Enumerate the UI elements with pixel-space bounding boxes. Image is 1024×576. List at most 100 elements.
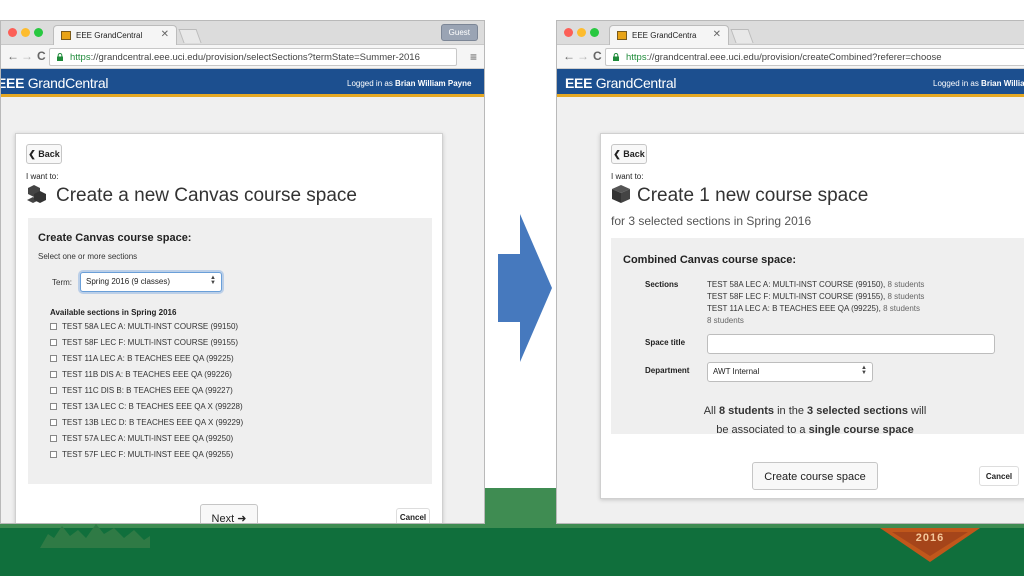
instruction-text: Select one or more sections: [38, 252, 138, 261]
favicon-icon: [61, 31, 71, 40]
banner-year: 2016: [915, 532, 945, 544]
favicon-icon: [617, 31, 627, 40]
checkbox[interactable]: [50, 387, 57, 394]
url-input[interactable]: https://grandcentral.eee.uci.edu/provisi…: [49, 48, 457, 66]
url-path: ://grandcentral.eee.uci.edu/provision/cr…: [646, 52, 942, 63]
tab-bar: EEE GrandCentral ✕ Guest: [1, 21, 484, 45]
reload-icon[interactable]: C: [593, 49, 602, 63]
cancel-button[interactable]: Cancel: [396, 508, 430, 523]
sections-panel: Create Canvas course space: Select one o…: [28, 218, 432, 484]
minimize-window-button[interactable]: [21, 28, 30, 37]
close-window-button[interactable]: [8, 28, 17, 37]
back-arrow-icon[interactable]: ←: [563, 49, 575, 63]
select-caret-icon: ▲ ▼: [210, 275, 216, 286]
term-value: Spring 2016 (9 classes): [86, 277, 171, 286]
tab-bar: EEE GrandCentra ✕: [557, 21, 1024, 45]
section-checkbox-row[interactable]: TEST 57A LEC A: MULTI-INST EEE QA (99250…: [50, 434, 233, 443]
maximize-window-button[interactable]: [590, 28, 599, 37]
page-title: Create 1 new course space: [611, 184, 868, 207]
app-logo[interactable]: EEE GrandCentral: [565, 75, 676, 91]
create-course-space-button[interactable]: Create course space: [752, 462, 878, 490]
section-checkbox-row[interactable]: TEST 58F LEC F: MULTI-INST COURSE (99155…: [50, 338, 238, 347]
background-dark-green-band: [0, 528, 1024, 576]
minimize-window-button[interactable]: [577, 28, 586, 37]
checkbox[interactable]: [50, 371, 57, 378]
chevron-left-icon: ❮: [28, 149, 36, 159]
available-sections-label: Available sections in Spring 2016: [50, 308, 177, 317]
checkbox[interactable]: [50, 355, 57, 362]
login-status: Logged in as Brian William: [933, 79, 1024, 88]
maximize-window-button[interactable]: [34, 28, 43, 37]
browser-window-create-combined: EEE GrandCentra ✕ ← → C https://grandcen…: [556, 20, 1024, 524]
section-checkbox-row[interactable]: TEST 11C DIS B: B TEACHES EEE QA (99227): [50, 386, 233, 395]
term-select[interactable]: Spring 2016 (9 classes) ▲ ▼: [80, 272, 222, 292]
tab-title: EEE GrandCentra: [632, 31, 697, 40]
space-title-label: Space title: [645, 338, 686, 347]
checkbox[interactable]: [50, 323, 57, 330]
section-checkbox-row[interactable]: TEST 13A LEC C: B TEACHES EEE QA X (9922…: [50, 402, 243, 411]
checkbox[interactable]: [50, 419, 57, 426]
tab-title: EEE GrandCentral: [76, 31, 143, 40]
back-button[interactable]: ❮ Back: [26, 144, 62, 164]
app-header: EEE GrandCentral Logged in as Brian Will…: [1, 69, 484, 97]
combined-section-item: TEST 58A LEC A: MULTI-INST COURSE (99150…: [707, 280, 925, 289]
cancel-button[interactable]: Cancel: [979, 466, 1019, 486]
page-subtitle: for 3 selected sections in Spring 2016: [611, 214, 812, 228]
back-arrow-icon[interactable]: ←: [7, 49, 19, 63]
app-logo[interactable]: EEE GrandCentral: [1, 75, 108, 91]
forward-arrow-icon[interactable]: →: [577, 49, 589, 63]
section-checkbox-row[interactable]: TEST 11B DIS A: B TEACHES EEE QA (99226): [50, 370, 232, 379]
lock-icon: [613, 53, 619, 61]
combined-section-item: TEST 58F LEC F: MULTI-INST COURSE (99155…: [707, 292, 925, 301]
space-title-input[interactable]: [707, 334, 995, 354]
section-checkbox-row[interactable]: TEST 13B LEC D: B TEACHES EEE QA X (9922…: [50, 418, 243, 427]
reload-icon[interactable]: C: [37, 49, 46, 63]
url-input[interactable]: https://grandcentral.eee.uci.edu/provisi…: [605, 48, 1024, 66]
checkbox[interactable]: [50, 403, 57, 410]
back-button[interactable]: ❮ Back: [611, 144, 647, 164]
checkbox[interactable]: [50, 435, 57, 442]
i-want-to-label: I want to:: [611, 172, 644, 181]
close-icon[interactable]: ✕: [161, 29, 169, 40]
combined-section-item: TEST 11A LEC A: B TEACHES EEE QA (99225)…: [707, 304, 921, 313]
arrow-right-icon: [498, 214, 552, 362]
association-note-line-1: All 8 students in the 3 selected section…: [703, 405, 927, 417]
guest-profile-button[interactable]: Guest: [440, 24, 478, 41]
browser-tab[interactable]: EEE GrandCentral ✕: [53, 25, 177, 45]
arrow-circle-right-icon: ➜: [237, 513, 247, 524]
browser-tab[interactable]: EEE GrandCentra ✕: [609, 25, 729, 45]
i-want-to-label: I want to:: [26, 172, 59, 181]
checkbox[interactable]: [50, 339, 57, 346]
menu-icon[interactable]: ≡: [470, 50, 477, 64]
chevron-left-icon: ❮: [613, 149, 621, 159]
section-checkbox-row[interactable]: TEST 58A LEC A: MULTI-INST COURSE (99150…: [50, 322, 238, 331]
app-header: EEE GrandCentral Logged in as Brian Will…: [557, 69, 1024, 97]
department-label: Department: [645, 366, 690, 375]
section-checkbox-row[interactable]: TEST 57F LEC F: MULTI-INST EEE QA (99255…: [50, 450, 233, 459]
url-path: ://grandcentral.eee.uci.edu/provision/se…: [90, 52, 420, 63]
new-tab-button[interactable]: [178, 29, 202, 43]
next-button[interactable]: Next ➜: [200, 504, 258, 524]
department-select[interactable]: AWT Internal ▲ ▼: [707, 362, 873, 382]
checkbox[interactable]: [50, 451, 57, 458]
new-tab-button[interactable]: [730, 29, 754, 43]
select-caret-icon: ▲ ▼: [861, 365, 867, 376]
panel-title: Create Canvas course space:: [38, 232, 192, 244]
user-name-link[interactable]: Brian William: [981, 79, 1024, 88]
url-scheme: https: [626, 52, 647, 63]
url-scheme: https: [70, 52, 91, 63]
provision-card: ❮ Back I want to: Create 1 new course sp…: [600, 133, 1024, 499]
panel-title: Combined Canvas course space:: [623, 254, 797, 266]
login-status: Logged in as Brian William Payne: [347, 79, 472, 88]
close-icon[interactable]: ✕: [713, 29, 721, 40]
sections-label: Sections: [645, 280, 679, 289]
term-label: Term:: [52, 278, 72, 287]
section-checkbox-row[interactable]: TEST 11A LEC A: B TEACHES EEE QA (99225): [50, 354, 234, 363]
user-name-link[interactable]: Brian William Payne: [395, 79, 471, 88]
department-value: AWT Internal: [713, 367, 760, 376]
cube-icon: [612, 185, 630, 203]
address-bar-row: ← → C https://grandcentral.eee.uci.edu/p…: [557, 45, 1024, 69]
page-title: Create a new Canvas course space: [26, 184, 357, 207]
close-window-button[interactable]: [564, 28, 573, 37]
forward-arrow-icon[interactable]: →: [21, 49, 33, 63]
